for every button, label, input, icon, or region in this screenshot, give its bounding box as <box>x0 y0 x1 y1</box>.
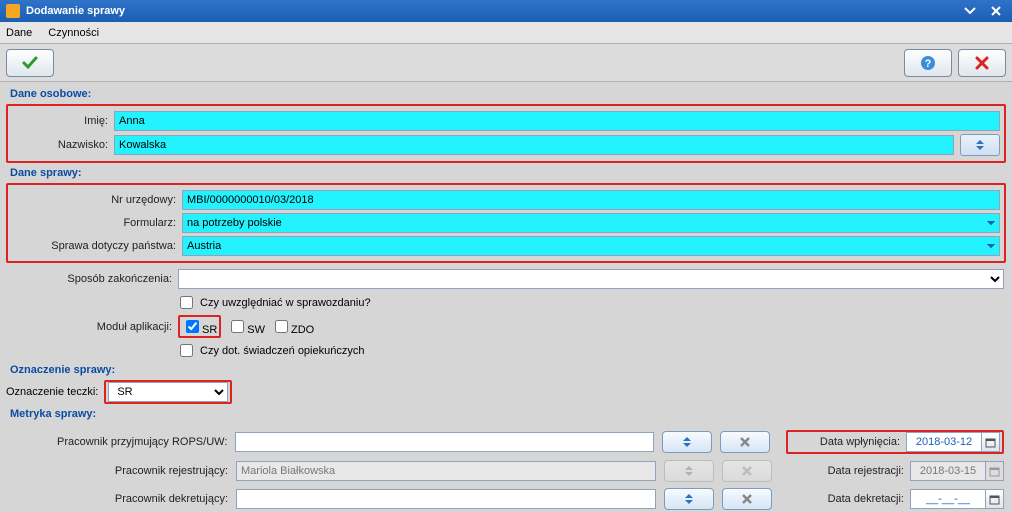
help-button[interactable]: ? <box>904 49 952 77</box>
data-wpl-label: Data wpłynięcia: <box>790 436 900 448</box>
przyjm-pick-button[interactable] <box>662 431 712 453</box>
chk-sprawozdanie[interactable]: Czy uwzględniać w sprawozdaniu? <box>176 293 371 312</box>
dotyczy-select[interactable]: Austria <box>182 236 1000 256</box>
data-rej-cal-button <box>986 461 1004 481</box>
teczka-select[interactable]: SR <box>108 382 228 402</box>
data-dekr-input[interactable] <box>910 489 986 509</box>
cancel-button[interactable] <box>958 49 1006 77</box>
formularz-label: Formularz: <box>12 217 176 229</box>
close-button[interactable] <box>986 3 1006 19</box>
accept-button[interactable] <box>6 49 54 77</box>
przyjm-input[interactable] <box>235 432 654 452</box>
group-title-metryka: Metryka sprawy: <box>6 406 1006 424</box>
dotyczy-label: Sprawa dotyczy państwa: <box>12 240 176 252</box>
dekret-clear-button[interactable] <box>722 488 772 510</box>
app-icon <box>6 4 20 18</box>
dekret-label: Pracownik dekretujący: <box>8 493 228 505</box>
content: Dane osobowe: Imię: Nazwisko: Dane spraw… <box>0 82 1012 512</box>
group-oznaczenie: Oznaczenie sprawy: Oznaczenie teczki: SR <box>6 362 1006 404</box>
window: Dodawanie sprawy Dane Czynności ? Dane o… <box>0 0 1012 512</box>
dekret-input[interactable] <box>236 489 656 509</box>
sposob-label: Sposób zakończenia: <box>8 273 172 285</box>
nazwisko-input[interactable] <box>114 135 954 155</box>
data-dekr-label: Data dekretacji: <box>794 493 904 505</box>
modul-label: Moduł aplikacji: <box>8 321 172 333</box>
dekret-pick-button[interactable] <box>664 488 714 510</box>
sposob-select[interactable] <box>178 269 1004 289</box>
rejest-label: Pracownik rejestrujący: <box>8 465 228 477</box>
data-wpl-cal-button[interactable] <box>982 432 1000 452</box>
nazwisko-label: Nazwisko: <box>12 139 108 151</box>
group-title-sprawy: Dane sprawy: <box>6 165 1006 183</box>
imie-label: Imię: <box>12 115 108 127</box>
chk-sr[interactable]: SR <box>182 317 217 336</box>
nr-label: Nr urzędowy: <box>12 194 176 206</box>
rejest-clear-button <box>722 460 772 482</box>
toolbar: ? <box>0 44 1012 82</box>
data-rej-input <box>910 461 986 481</box>
pick-person-button[interactable] <box>960 134 1000 156</box>
group-title-oznaczenie: Oznaczenie sprawy: <box>6 362 1006 380</box>
rejest-input <box>236 461 656 481</box>
data-dekr-cal-button[interactable] <box>986 489 1004 509</box>
teczka-label: Oznaczenie teczki: <box>6 386 98 398</box>
nr-input[interactable] <box>182 190 1000 210</box>
menu-czynnosci[interactable]: Czynności <box>48 27 99 39</box>
chk-zdo[interactable]: ZDO <box>271 317 314 336</box>
formularz-select[interactable]: na potrzeby polskie <box>182 213 1000 233</box>
menubar: Dane Czynności <box>0 22 1012 44</box>
chk-opiek[interactable]: Czy dot. świadczeń opiekuńczych <box>176 341 364 360</box>
przyjm-clear-button[interactable] <box>720 431 770 453</box>
minimize-button[interactable] <box>960 3 980 19</box>
group-metryka: Metryka sprawy: Pracownik przyjmujący RO… <box>6 406 1006 512</box>
rejest-pick-button <box>664 460 714 482</box>
group-dane-sprawy: Dane sprawy: Nr urzędowy: Formularz: na … <box>6 165 1006 360</box>
przyjm-label: Pracownik przyjmujący ROPS/UW: <box>8 436 227 448</box>
svg-text:?: ? <box>925 58 932 70</box>
window-title: Dodawanie sprawy <box>26 5 954 17</box>
imie-input[interactable] <box>114 111 1000 131</box>
data-wpl-input[interactable] <box>906 432 982 452</box>
chk-sw[interactable]: SW <box>227 317 265 336</box>
menu-dane[interactable]: Dane <box>6 27 32 39</box>
group-dane-osobowe: Dane osobowe: Imię: Nazwisko: <box>6 86 1006 163</box>
data-rej-label: Data rejestracji: <box>794 465 904 477</box>
titlebar: Dodawanie sprawy <box>0 0 1012 22</box>
group-title-osobowe: Dane osobowe: <box>6 86 1006 104</box>
